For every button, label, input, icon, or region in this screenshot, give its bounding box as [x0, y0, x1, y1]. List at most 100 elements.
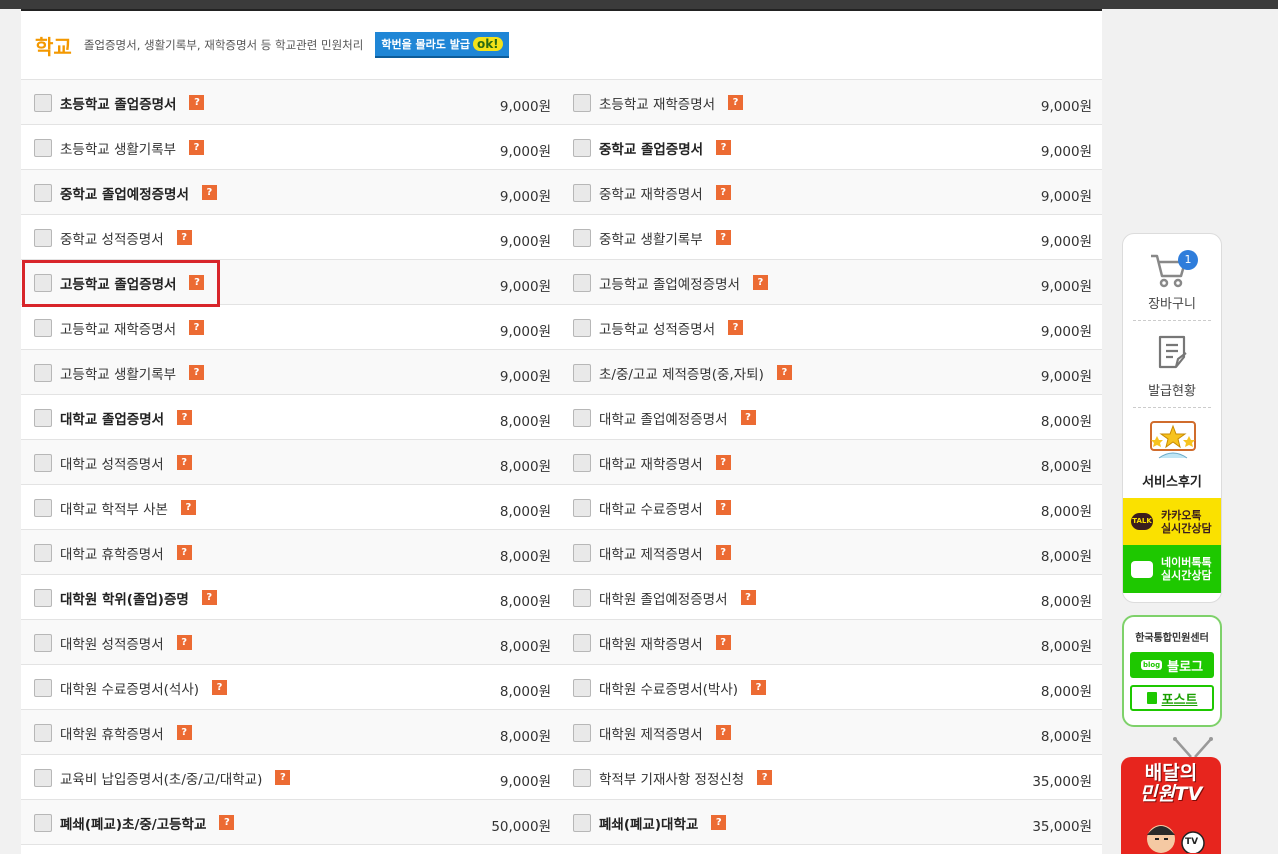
document-item[interactable]: 중학교 졸업예정증명서? 9,000원 [21, 170, 561, 215]
document-item[interactable]: 대학교 학적부 사본? 8,000원 [21, 485, 561, 530]
question-icon[interactable]: ? [715, 725, 731, 740]
checkbox[interactable] [34, 183, 52, 202]
question-icon[interactable]: ? [201, 590, 217, 605]
checkbox[interactable] [573, 768, 591, 787]
document-item[interactable]: 중학교 생활기록부? 9,000원 [561, 215, 1102, 260]
document-item[interactable]: 중학교 졸업증명서? 9,000원 [561, 125, 1102, 170]
question-icon[interactable]: ? [180, 500, 196, 515]
document-item[interactable]: 대학교 수료증명서? 8,000원 [561, 485, 1102, 530]
question-icon[interactable]: ? [728, 320, 744, 335]
question-icon[interactable]: ? [201, 185, 217, 200]
question-icon[interactable]: ? [212, 680, 228, 695]
question-icon[interactable]: ? [757, 770, 773, 785]
question-icon[interactable]: ? [752, 275, 768, 290]
checkbox[interactable] [34, 453, 52, 472]
document-item[interactable]: 대학교 성적증명서? 8,000원 [21, 440, 561, 485]
checkbox[interactable] [573, 498, 591, 517]
document-item[interactable]: 폐쇄(폐교)대학교? 35,000원 [561, 800, 1102, 845]
checkbox[interactable] [573, 408, 591, 427]
question-icon[interactable]: ? [776, 365, 792, 380]
document-item[interactable]: 대학원 수료증명서(박사)? 8,000원 [561, 665, 1102, 710]
checkbox[interactable] [573, 228, 591, 247]
no-student-id-badge[interactable]: 학번을 몰라도 발급 ok! [375, 32, 509, 58]
checkbox[interactable] [573, 93, 591, 112]
document-item[interactable]: 초등학교 재학증명서? 9,000원 [561, 80, 1102, 125]
document-item[interactable]: 학적부 기재사항 정정신청? 35,000원 [561, 755, 1102, 800]
checkbox[interactable] [34, 588, 52, 607]
question-icon[interactable]: ? [715, 230, 731, 245]
question-icon[interactable]: ? [740, 590, 756, 605]
checkbox[interactable] [573, 813, 591, 832]
blog-button[interactable]: blog 블로그 [1130, 652, 1214, 678]
question-icon[interactable]: ? [716, 140, 732, 155]
question-icon[interactable]: ? [176, 545, 192, 560]
checkbox[interactable] [573, 363, 591, 382]
issue-status-button[interactable]: 발급현황 [1123, 321, 1221, 407]
checkbox[interactable] [34, 318, 52, 337]
naver-talk-consult-button[interactable]: 네이버톡톡 실시간상담 [1123, 545, 1221, 593]
question-icon[interactable]: ? [740, 410, 756, 425]
checkbox[interactable] [34, 543, 52, 562]
checkbox[interactable] [34, 813, 52, 832]
checkbox[interactable] [34, 138, 52, 157]
checkbox[interactable] [34, 363, 52, 382]
document-item[interactable]: 고등학교 생활기록부? 9,000원 [21, 350, 561, 395]
document-item[interactable]: 대학원 제적증명서? 8,000원 [561, 710, 1102, 755]
checkbox[interactable] [573, 588, 591, 607]
cart-button[interactable]: 1 장바구니 [1123, 234, 1221, 320]
question-icon[interactable]: ? [189, 365, 205, 380]
document-item[interactable]: 대학교 재학증명서? 8,000원 [561, 440, 1102, 485]
document-item[interactable]: 대학원 수료증명서(석사)? 8,000원 [21, 665, 561, 710]
document-item[interactable]: 고등학교 재학증명서? 9,000원 [21, 305, 561, 350]
document-item[interactable]: 대학교 휴학증명서? 8,000원 [21, 530, 561, 575]
question-icon[interactable]: ? [176, 635, 192, 650]
checkbox[interactable] [573, 678, 591, 697]
question-icon[interactable]: ? [176, 455, 192, 470]
question-icon[interactable]: ? [189, 95, 205, 110]
minwon-tv-banner[interactable]: 배달의 민원TV TV [1121, 757, 1221, 854]
document-item[interactable]: 대학원 휴학증명서? 8,000원 [21, 710, 561, 755]
question-icon[interactable]: ? [177, 410, 193, 425]
checkbox[interactable] [573, 723, 591, 742]
question-icon[interactable]: ? [715, 545, 731, 560]
checkbox[interactable] [573, 543, 591, 562]
service-review-button[interactable]: 서비스후기 [1123, 408, 1221, 498]
document-item[interactable]: 대학교 졸업증명서? 8,000원 [21, 395, 561, 440]
document-item[interactable]: 초/중/고교 제적증명(중,자퇴)? 9,000원 [561, 350, 1102, 395]
document-item[interactable]: 고등학교 졸업예정증명서? 9,000원 [561, 260, 1102, 305]
question-icon[interactable]: ? [189, 140, 205, 155]
question-icon[interactable]: ? [275, 770, 291, 785]
checkbox[interactable] [34, 93, 52, 112]
question-icon[interactable]: ? [715, 185, 731, 200]
question-icon[interactable]: ? [711, 815, 727, 830]
checkbox[interactable] [34, 633, 52, 652]
document-item[interactable]: 초등학교 졸업증명서? 9,000원 [21, 80, 561, 125]
document-item[interactable]: 대학교 제적증명서? 8,000원 [561, 530, 1102, 575]
checkbox[interactable] [34, 228, 52, 247]
document-item[interactable]: 중학교 재학증명서? 9,000원 [561, 170, 1102, 215]
question-icon[interactable]: ? [715, 455, 731, 470]
document-item[interactable]: 고등학교 성적증명서? 9,000원 [561, 305, 1102, 350]
checkbox[interactable] [34, 498, 52, 517]
checkbox[interactable] [34, 273, 52, 292]
document-item[interactable]: 중학교 성적증명서? 9,000원 [21, 215, 561, 260]
kakao-talk-consult-button[interactable]: TALK 카카오톡 실시간상담 [1123, 498, 1221, 545]
question-icon[interactable]: ? [189, 275, 205, 290]
question-icon[interactable]: ? [751, 680, 767, 695]
document-item[interactable]: 대학원 졸업예정증명서? 8,000원 [561, 575, 1102, 620]
post-button[interactable]: 포스트 [1130, 685, 1214, 711]
document-item[interactable]: 대학원 재학증명서? 8,000원 [561, 620, 1102, 665]
document-item[interactable]: 고등학교 졸업증명서? 9,000원 [21, 260, 561, 305]
question-icon[interactable]: ? [728, 95, 744, 110]
document-item[interactable]: 대학원 성적증명서? 8,000원 [21, 620, 561, 665]
checkbox[interactable] [573, 318, 591, 337]
checkbox[interactable] [573, 273, 591, 292]
checkbox[interactable] [34, 408, 52, 427]
checkbox[interactable] [573, 183, 591, 202]
question-icon[interactable]: ? [176, 230, 192, 245]
document-item[interactable]: 대학원 학위(졸업)증명? 8,000원 [21, 575, 561, 620]
question-icon[interactable]: ? [219, 815, 235, 830]
checkbox[interactable] [34, 678, 52, 697]
question-icon[interactable]: ? [715, 635, 731, 650]
document-item[interactable]: 폐쇄(폐교)초/중/고등학교? 50,000원 [21, 800, 561, 845]
